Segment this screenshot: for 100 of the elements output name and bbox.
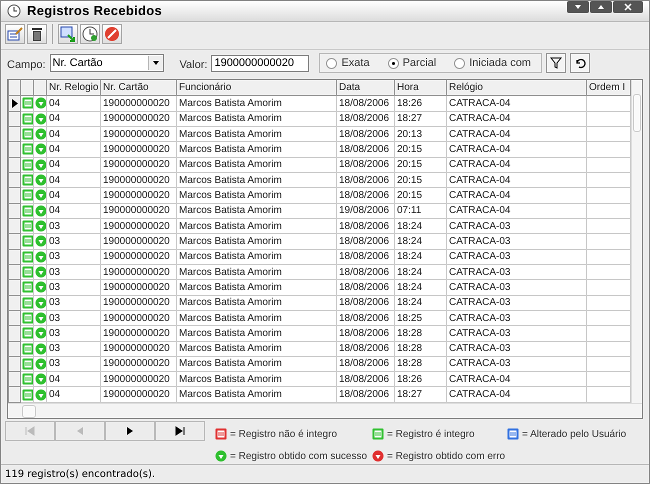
legend-text: = Registro obtido com erro	[387, 450, 506, 462]
sheet-icon	[22, 342, 32, 355]
radio-button[interactable]	[326, 58, 338, 69]
table-cell: CATRACA-03	[449, 220, 510, 232]
table-cell: CATRACA-04	[449, 98, 510, 109]
last-icon[interactable]	[174, 426, 186, 436]
sheet-icon	[22, 358, 32, 370]
table-cell: 190000000020	[103, 328, 170, 339]
table-cell: Marcos Batista Amorim	[179, 374, 282, 385]
column-header[interactable]: Data	[336, 80, 394, 96]
table-cell: 190000000020	[103, 297, 170, 308]
table-cell: 190000000020	[103, 205, 170, 216]
radio-button[interactable]	[388, 58, 399, 69]
radio-label[interactable]: Exata	[341, 57, 370, 70]
last-button[interactable]	[155, 421, 205, 442]
table-cell: 190000000020	[103, 144, 170, 155]
field-dropdown[interactable]: Nr. Cartão	[50, 54, 164, 72]
table-cell: 18:27	[397, 389, 422, 400]
table-cell: 20:13	[397, 128, 422, 140]
table-cell: 20:15	[397, 159, 422, 170]
sheet-icon	[22, 174, 32, 186]
table-cell: 04	[49, 389, 60, 400]
table-cell: CATRACA-04	[449, 159, 510, 170]
table-cell: 03	[49, 220, 60, 232]
funnel-icon[interactable]	[550, 57, 562, 70]
column-header[interactable]: Ordem I	[586, 80, 630, 96]
table-cell: 20:15	[397, 174, 422, 186]
sheet-icon	[22, 97, 32, 110]
table-cell: Marcos Batista Amorim	[179, 389, 282, 400]
table-cell: 18/08/2006	[339, 328, 390, 339]
table-cell: CATRACA-03	[449, 236, 510, 247]
column-header[interactable]: Relógio	[446, 80, 586, 96]
undo-icon[interactable]	[574, 57, 586, 70]
table-cell: 04	[49, 159, 60, 170]
table-cell: 18/08/2006	[339, 159, 390, 170]
table-cell: 18:27	[397, 113, 422, 124]
table-cell: CATRACA-03	[449, 266, 510, 278]
table-cell: CATRACA-03	[449, 312, 510, 324]
table-cell: 18/08/2006	[339, 113, 390, 124]
table-cell: 190000000020	[103, 174, 170, 186]
table-cell: Marcos Batista Amorim	[179, 98, 282, 109]
table-cell: 04	[49, 190, 60, 201]
table-cell: 04	[49, 113, 60, 124]
table-cell: Marcos Batista Amorim	[179, 297, 282, 308]
table-cell: 18/08/2006	[339, 312, 390, 324]
table-cell: 18/08/2006	[339, 297, 390, 308]
table-cell: 18/08/2006	[339, 343, 390, 354]
value-field[interactable]: 1900000000020	[211, 54, 310, 72]
sheet-icon	[22, 266, 32, 278]
next-button[interactable]	[105, 421, 155, 442]
table-cell: CATRACA-03	[449, 251, 510, 262]
legend-text: = Alterado pelo Usuário	[522, 428, 626, 440]
radio-button[interactable]	[454, 58, 466, 69]
clock-icon	[7, 4, 21, 18]
column-header[interactable]: Hora	[394, 80, 446, 96]
table-cell: 190000000020	[103, 374, 170, 385]
column-header[interactable]: Funcionário	[176, 80, 336, 96]
window-title: Registros Recebidos	[27, 3, 162, 18]
table-cell: 18/08/2006	[339, 98, 390, 109]
table-cell: 18:24	[397, 282, 422, 293]
table-cell: CATRACA-03	[449, 282, 510, 293]
table-cell: 190000000020	[103, 159, 170, 170]
table-cell: 03	[49, 358, 60, 370]
sheet-icon	[22, 327, 32, 340]
radio-label[interactable]: Iniciada com	[469, 57, 531, 70]
column-header[interactable]: Nr. Cartão	[100, 80, 176, 96]
table-cell: Marcos Batista Amorim	[179, 312, 282, 324]
table-cell: Marcos Batista Amorim	[179, 220, 282, 232]
table-cell: Marcos Batista Amorim	[179, 113, 282, 124]
table-cell: CATRACA-04	[449, 113, 510, 124]
row-indicator[interactable]	[8, 96, 20, 112]
filter-button[interactable]	[546, 53, 566, 74]
sheet-icon	[22, 112, 32, 125]
maximize-icon[interactable]	[590, 1, 612, 13]
table-cell: CATRACA-03	[449, 297, 510, 308]
sheet-icon	[22, 235, 32, 248]
table-cell: 18/08/2006	[339, 128, 390, 140]
table-cell: 190000000020	[103, 358, 170, 370]
close-icon[interactable]	[613, 1, 643, 13]
table-cell: 190000000020	[103, 128, 170, 140]
table-cell: 190000000020	[103, 98, 170, 109]
table-cell: 18/08/2006	[339, 220, 390, 232]
table-cell: 18/08/2006	[339, 144, 390, 155]
column-header[interactable]: Nr. Relogio	[46, 80, 100, 96]
minimize-icon[interactable]	[567, 1, 589, 13]
table-cell: 190000000020	[103, 266, 170, 278]
table-cell: 190000000020	[103, 113, 170, 124]
row-pointer-icon	[12, 98, 18, 108]
table-cell: Marcos Batista Amorim	[179, 266, 282, 278]
vertical-scrollbar[interactable]	[631, 80, 642, 404]
table-cell: 190000000020	[103, 343, 170, 354]
horizontal-scrollbar[interactable]	[8, 403, 642, 418]
table-cell: Marcos Batista Amorim	[179, 205, 282, 216]
undo-button[interactable]	[570, 53, 590, 74]
sheet-icon	[22, 296, 32, 309]
radio-label[interactable]: Parcial	[402, 57, 436, 70]
table-cell: 190000000020	[103, 389, 170, 400]
table-cell: 18:28	[397, 358, 422, 370]
table-cell: CATRACA-04	[449, 205, 510, 216]
table-cell: Marcos Batista Amorim	[179, 190, 282, 201]
